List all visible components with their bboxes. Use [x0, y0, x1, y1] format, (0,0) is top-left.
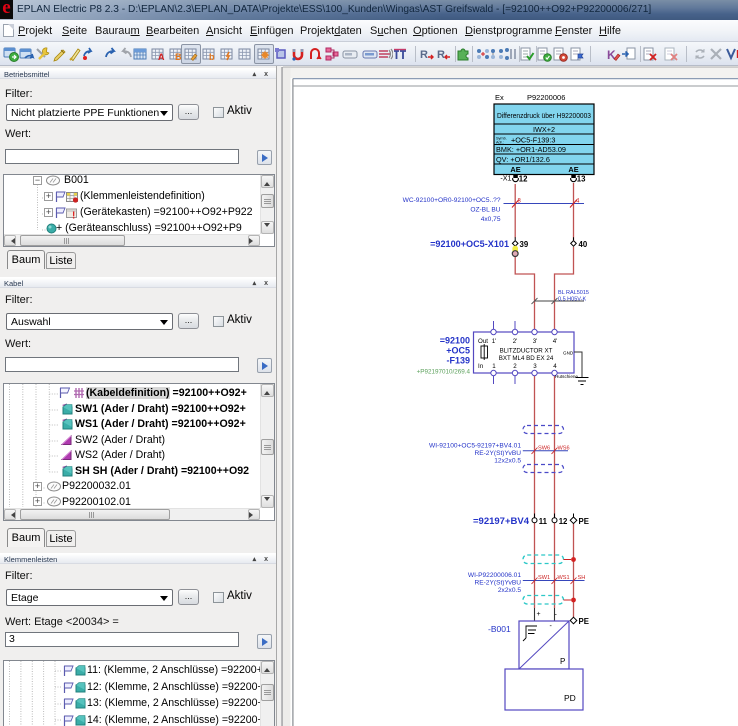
svg-text:BLITZDUCTOR XT: BLITZDUCTOR XT — [500, 348, 553, 355]
svg-text:RE-2Y(St)YvBU: RE-2Y(St)YvBU — [474, 580, 521, 587]
svg-text:BL RAL5015: BL RAL5015 — [558, 290, 589, 296]
svg-text:2': 2' — [513, 338, 518, 345]
svg-text:OZ-BL BU: OZ-BL BU — [470, 207, 500, 214]
svg-text:Hutschiene: Hutschiene — [555, 374, 578, 379]
svg-text:SW6: SW6 — [538, 445, 550, 451]
svg-text:BMK: +OR1-AD53.09: BMK: +OR1-AD53.09 — [496, 145, 566, 154]
svg-text:PD: PD — [564, 693, 576, 703]
svg-text:WS6: WS6 — [558, 445, 570, 451]
svg-text:+OC5-F139:3: +OC5-F139:3 — [511, 136, 555, 145]
svg-text:4': 4' — [553, 338, 558, 345]
svg-text:3: 3 — [533, 363, 537, 370]
svg-text:39: 39 — [520, 240, 529, 249]
svg-text:Differenzdruck über H92200003: Differenzdruck über H92200003 — [497, 111, 591, 120]
svg-text:A: A — [158, 52, 165, 62]
svg-text:WS1: WS1 — [558, 575, 570, 581]
svg-text:=92100: =92100 — [440, 336, 470, 346]
svg-text:3': 3' — [533, 338, 538, 345]
svg-text:RE-2Y(St)YvBU: RE-2Y(St)YvBU — [474, 450, 521, 457]
svg-text:!: ! — [72, 211, 75, 220]
svg-text:R: R — [437, 49, 445, 61]
svg-text:12x2x0.5: 12x2x0.5 — [494, 458, 521, 465]
svg-text:SH: SH — [578, 575, 586, 581]
svg-text:2x2x0.5: 2x2x0.5 — [498, 587, 521, 594]
svg-text:12: 12 — [519, 175, 528, 184]
svg-text:-B001: -B001 — [488, 624, 511, 634]
svg-text:P92200006: P92200006 — [527, 93, 565, 102]
svg-text:2: 2 — [513, 363, 517, 370]
svg-text:Adr.:: Adr.: — [496, 141, 504, 145]
svg-text:4x0,75: 4x0,75 — [481, 216, 501, 223]
svg-text:K: K — [607, 48, 616, 62]
svg-text:12: 12 — [559, 517, 568, 526]
svg-text:SW1: SW1 — [538, 575, 550, 581]
svg-text:+: + — [537, 611, 541, 618]
svg-text:0,5 H05V-K: 0,5 H05V-K — [558, 296, 586, 302]
svg-text:+P92197010/269.4: +P92197010/269.4 — [417, 369, 471, 376]
svg-text:P: P — [560, 657, 565, 666]
svg-text:WI-P92200006.01: WI-P92200006.01 — [468, 572, 521, 579]
svg-text:11: 11 — [539, 517, 548, 526]
svg-text:-F139: -F139 — [446, 356, 470, 366]
svg-text:IWX+2: IWX+2 — [533, 125, 555, 134]
svg-text:=92100+OC5-X101: =92100+OC5-X101 — [430, 239, 509, 249]
svg-text:PE: PE — [579, 517, 589, 526]
svg-text:WI-92100+OC5-92197+BV4.01: WI-92100+OC5-92197+BV4.01 — [429, 443, 521, 450]
svg-text:40: 40 — [579, 240, 588, 249]
svg-text:-X1: -X1 — [500, 174, 511, 183]
svg-text:13: 13 — [577, 175, 586, 184]
svg-text:Out: Out — [478, 338, 488, 345]
svg-text:GND: GND — [563, 351, 574, 356]
svg-text:BXT ML4 BD EX 24: BXT ML4 BD EX 24 — [499, 355, 554, 362]
svg-text:1: 1 — [492, 363, 496, 370]
svg-text:4: 4 — [553, 363, 557, 370]
svg-text:WC-92100+OR0-92100+OC5..??: WC-92100+OR0-92100+OC5..?? — [403, 197, 501, 204]
svg-text:1': 1' — [492, 338, 497, 345]
svg-text:AE: AE — [510, 165, 520, 174]
svg-text:QV: +OR1/132.6: QV: +OR1/132.6 — [496, 155, 550, 164]
svg-text:R: R — [420, 49, 428, 61]
svg-text:b: b — [209, 52, 215, 62]
svg-text:=92197+BV4: =92197+BV4 — [473, 516, 530, 527]
svg-text:Ex: Ex — [495, 93, 504, 102]
svg-text:In: In — [478, 363, 484, 370]
svg-text:PE: PE — [579, 617, 589, 626]
svg-text:+OC5: +OC5 — [446, 346, 470, 356]
svg-text:AE: AE — [568, 165, 578, 174]
